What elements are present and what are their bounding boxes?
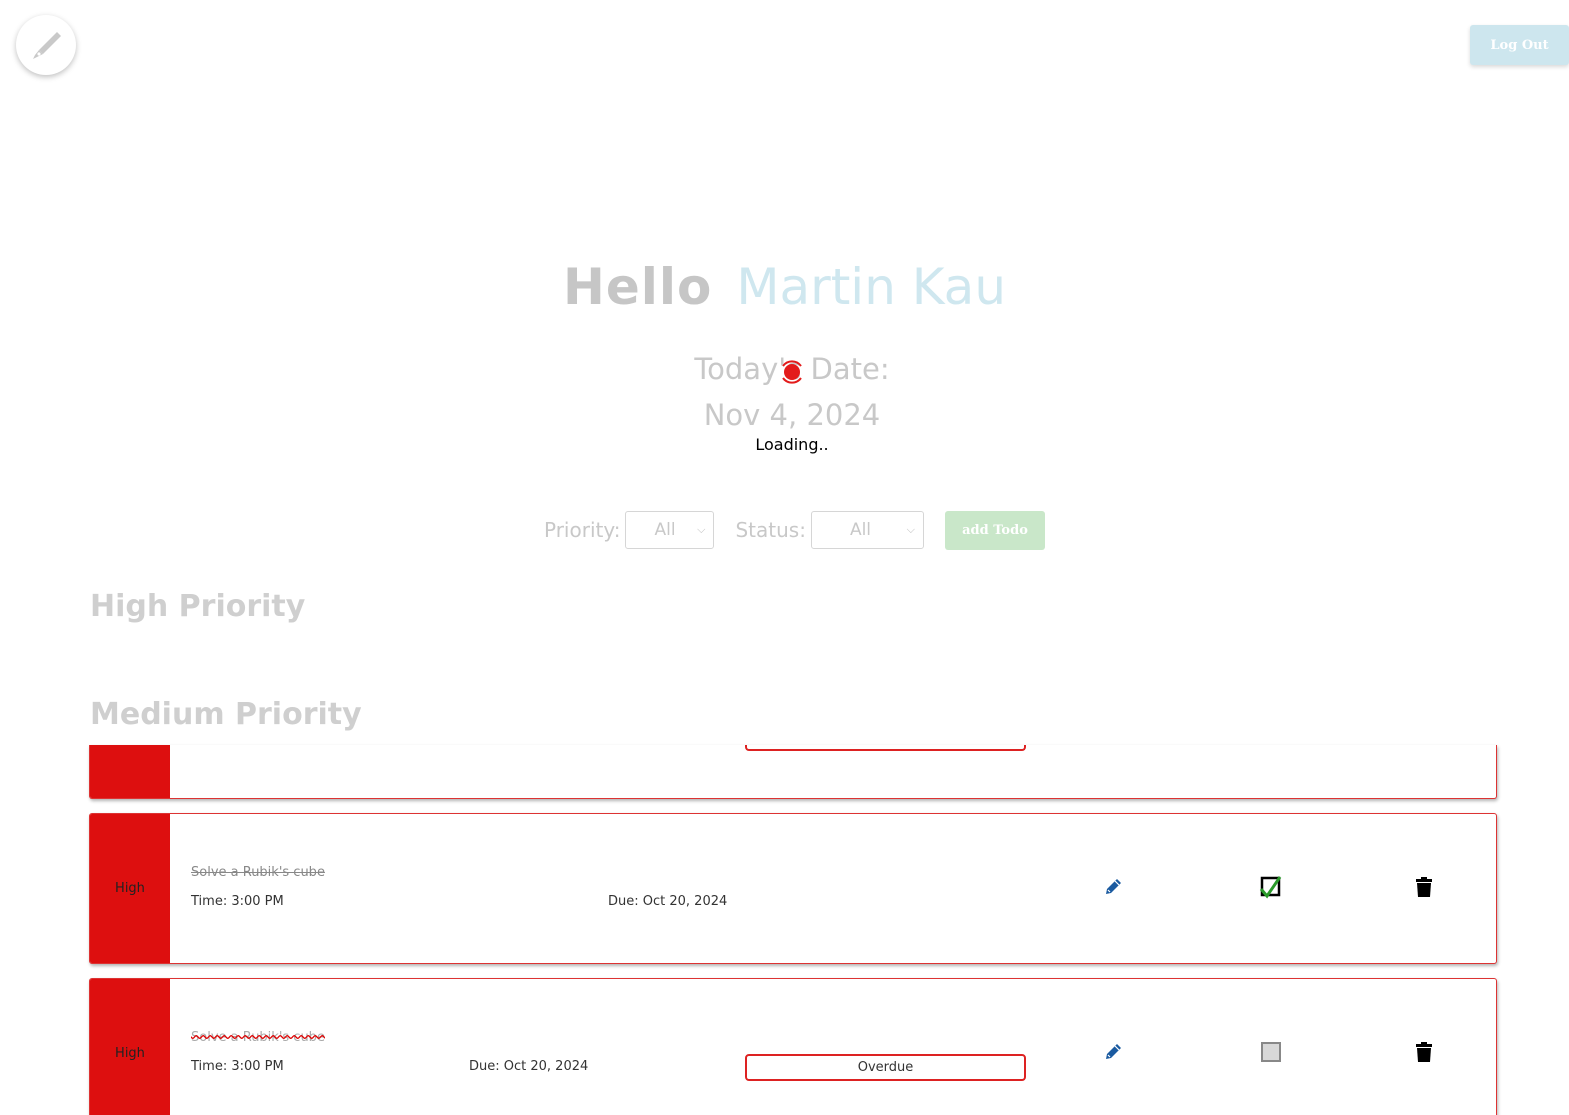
overdue-badge: Overdue [745, 1054, 1026, 1081]
today-date-value: Nov 4, 2024 [703, 398, 881, 432]
unchecked-checkbox-icon [1261, 1042, 1281, 1062]
section-heading-high: High Priority [90, 589, 306, 624]
priority-badge [90, 745, 170, 798]
priority-filter-label: Priority: [544, 518, 621, 542]
logo-button[interactable] [16, 15, 76, 75]
edit-button[interactable] [1101, 875, 1125, 899]
priority-filter-value: All [654, 520, 676, 540]
chevron-down-icon: ⌵ [906, 523, 915, 536]
user-name: Martin Kau [736, 258, 1007, 316]
add-todo-button[interactable]: add Todo [945, 511, 1045, 550]
pen-nib-icon [33, 32, 61, 59]
delete-button[interactable] [1412, 1040, 1436, 1064]
todo-card-partial [89, 745, 1497, 799]
trash-icon [1416, 1042, 1432, 1062]
checked-checkbox-icon [1259, 876, 1282, 899]
todo-due: Due: Oct 20, 2024 [608, 894, 728, 909]
status-filter-label: Status: [735, 518, 806, 542]
overdue-badge-partial [745, 745, 1026, 751]
pencil-icon [1106, 879, 1121, 894]
delete-button[interactable] [1412, 875, 1436, 899]
todo-card: High Solve a Rubik's cube Time: 3:00 PM … [89, 813, 1497, 964]
trash-icon [1416, 877, 1432, 897]
status-filter-value: All [849, 520, 872, 540]
todo-time: Time: 3:00 PM [191, 894, 284, 909]
loading-text: Loading.. [755, 435, 829, 454]
todo-time: Time: 3:00 PM [191, 1059, 284, 1074]
complete-checkbox[interactable] [1259, 875, 1283, 899]
loading-spinner-icon [782, 360, 802, 384]
todo-due: Due: Oct 20, 2024 [469, 1059, 589, 1074]
todo-title: Solve a Rubik's cube [191, 1030, 325, 1045]
priority-badge: High [90, 979, 170, 1115]
greeting: Hello Martin Kau [0, 258, 1569, 316]
pencil-icon [1106, 1044, 1121, 1059]
filter-bar: Priority: All ⌵ Status: All ⌵ [544, 510, 924, 550]
todo-card: High Solve a Rubik's cube Time: 3:00 PM … [89, 978, 1497, 1115]
section-heading-medium: Medium Priority [90, 697, 362, 732]
logout-button[interactable]: Log Out [1470, 25, 1569, 65]
status-filter-select[interactable]: All ⌵ [810, 511, 924, 549]
greeting-hello: Hello [562, 258, 713, 316]
todo-title: Solve a Rubik's cube [191, 865, 325, 880]
chevron-down-icon: ⌵ [697, 523, 706, 536]
edit-button[interactable] [1101, 1040, 1125, 1064]
priority-filter-select[interactable]: All ⌵ [625, 511, 715, 549]
complete-checkbox[interactable] [1259, 1040, 1283, 1064]
priority-badge: High [90, 814, 170, 963]
